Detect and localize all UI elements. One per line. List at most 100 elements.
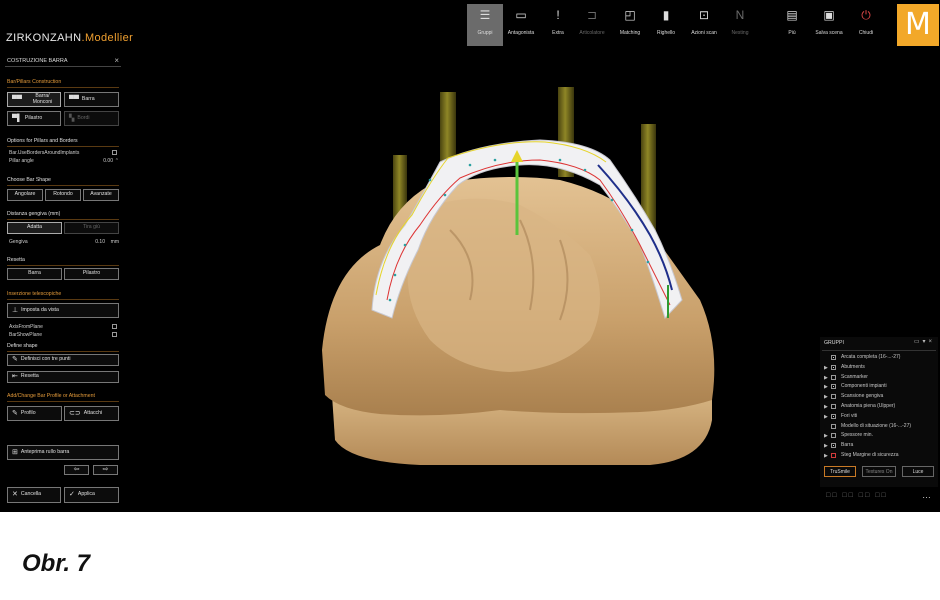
expand-arrow-icon[interactable]: ▶: [824, 394, 828, 400]
group-checkbox[interactable]: [831, 374, 836, 380]
group-checkbox[interactable]: [831, 413, 836, 419]
definisci-tre-punti-button[interactable]: ✎ Definisci con tre punti: [7, 354, 119, 366]
group-item[interactable]: Modello di situazione (16-...-27): [822, 423, 936, 432]
pillar-angle-value[interactable]: 0.00: [103, 158, 113, 164]
expand-arrow-icon[interactable]: ▶: [824, 453, 828, 459]
tira-giu-button[interactable]: Tira giù: [64, 222, 119, 234]
group-checkbox[interactable]: [831, 453, 836, 458]
checkbox[interactable]: [112, 150, 117, 155]
bar-abutment-icon: ▀▀: [12, 95, 22, 103]
more-dots-icon[interactable]: …: [922, 490, 931, 500]
toolbar-label: Antagonista: [507, 30, 535, 36]
checkbox[interactable]: [112, 332, 117, 337]
group-item[interactable]: ▶ Fori viti: [822, 413, 936, 422]
expand-arrow-icon[interactable]: ▶: [824, 375, 828, 381]
resetta-shape-button[interactable]: ⇤ Resetta: [7, 371, 119, 383]
anteprima-rullo-button[interactable]: ⊞ Anteprima rullo barra: [7, 445, 119, 460]
imposta-da-vista-button[interactable]: ⊥ Imposta da vista: [7, 303, 119, 318]
shape-avanzate-button[interactable]: Avanzate: [83, 189, 119, 201]
toolbar-chiudi-button[interactable]: ⏻ Chiudi: [848, 4, 884, 46]
group-checkbox[interactable]: [831, 364, 836, 370]
toolbar-azioni-scan-button[interactable]: ⊡ Azioni scan: [686, 4, 722, 46]
toolbar-articolatore-button[interactable]: ⊐ Articolatore: [574, 4, 610, 46]
section-distance: Distanza gengiva (mm): [7, 211, 61, 217]
expand-arrow-icon[interactable]: ▶: [824, 404, 828, 410]
toolbar-label: Chiudi: [858, 30, 874, 36]
group-checkbox[interactable]: [831, 355, 836, 360]
group-label: Anatomia piena (Ulpper): [841, 403, 896, 409]
expand-arrow-icon[interactable]: ▶: [824, 384, 828, 390]
option-use-borders: Bar.UseBordersAroundImplants: [9, 150, 119, 156]
group-item[interactable]: ▶ Scanmarker: [822, 374, 936, 383]
toolbar-label: Salva scena: [815, 30, 843, 36]
section-shape: Choose Bar Shape: [7, 177, 51, 183]
expand-arrow-icon[interactable]: ▶: [824, 443, 828, 449]
luce-button[interactable]: Luce: [902, 466, 934, 477]
option-pillar-angle: Pillar angle 0.00 ⌃: [9, 158, 119, 164]
group-item[interactable]: ▶ Steg Margine di sicurezza: [822, 452, 936, 461]
articulator-icon: ⊐: [586, 8, 598, 22]
expand-arrow-icon[interactable]: ▶: [824, 365, 828, 371]
group-label: Arcata completa (16-...-27): [841, 354, 901, 360]
attacchi-button[interactable]: ⊂⊃ Attacchi: [64, 406, 119, 421]
group-item[interactable]: ▶ Scansione gengiva: [822, 393, 936, 402]
group-checkbox[interactable]: [831, 433, 836, 439]
group-label: Fori viti: [841, 412, 858, 419]
toolbar-gruppi-button[interactable]: ☰ Gruppi: [467, 4, 503, 46]
section-define-shape: Define shape: [7, 343, 38, 349]
gengiva-row: Gengiva 0.10 mm: [9, 239, 119, 245]
shape-rotondo-button[interactable]: Rotondo: [45, 189, 81, 201]
viewport-3d[interactable]: [120, 50, 820, 510]
group-checkbox[interactable]: [831, 423, 836, 429]
group-item[interactable]: ▶ Componenti impianti: [822, 383, 936, 392]
reset-pilastro-button[interactable]: Pilastro: [64, 268, 119, 280]
group-item[interactable]: Arcata completa (16-...-27): [822, 354, 936, 363]
group-label: Modello di situazione (16-...-27): [841, 422, 912, 429]
toolbar-nesting-button[interactable]: N Nesting: [722, 4, 758, 46]
menu-icon: ☰: [479, 8, 491, 22]
group-item[interactable]: ▶ Anatomia piena (Ulpper): [822, 403, 936, 412]
group-checkbox[interactable]: [831, 394, 836, 400]
panel-controls-icon[interactable]: ▭▾×: [914, 338, 935, 345]
checkbox[interactable]: [112, 324, 117, 329]
group-item[interactable]: ▶ Spessore min.: [822, 432, 936, 441]
view-layout-icons[interactable]: □□ □□ □□ □□: [826, 492, 888, 499]
group-checkbox[interactable]: [831, 404, 836, 409]
panel-title: COSTRUZIONE BARRA: [7, 58, 68, 64]
pilastro-button[interactable]: ▀▌ Pilastro: [7, 111, 61, 126]
close-icon[interactable]: ×: [114, 56, 119, 65]
bordi-button[interactable]: ▚ Bordi: [64, 111, 119, 126]
toolbar-extra-button[interactable]: ! Extra: [540, 4, 576, 46]
textures-on-button[interactable]: Textures On: [862, 466, 896, 477]
barra-monconi-button[interactable]: ▀▀ Barra/ Monconi: [7, 92, 61, 107]
applica-button[interactable]: ✓ Applica: [64, 487, 119, 503]
undo-button[interactable]: ⇦: [64, 465, 89, 475]
group-checkbox[interactable]: [831, 384, 836, 390]
toolbar-label: Più: [788, 30, 796, 36]
toolbar-matching-button[interactable]: ◰ Matching: [612, 4, 648, 46]
gengiva-value-input[interactable]: 0.10: [95, 239, 105, 245]
expand-arrow-icon[interactable]: ▶: [824, 414, 828, 420]
spinner-arrows-icon[interactable]: ⌃: [115, 158, 119, 164]
toolbar-piu-button[interactable]: ▤ Più: [774, 4, 810, 46]
toolbar-righello-button[interactable]: ▮ Righello: [648, 4, 684, 46]
adatta-button[interactable]: Adatta: [7, 222, 62, 234]
group-label: Barra: [841, 442, 854, 449]
toolbar-salva-scena-button[interactable]: ▣ Salva scena: [811, 4, 847, 46]
trusmile-button[interactable]: TruSmile: [824, 466, 856, 477]
redo-button[interactable]: ⇨: [93, 465, 118, 475]
figure-caption: Obr. 7: [22, 550, 91, 577]
group-item[interactable]: ▶ Barra: [822, 442, 936, 451]
cancella-button[interactable]: ✕ Cancella: [7, 487, 61, 503]
barra-button[interactable]: ▀▀ Barra: [64, 92, 119, 107]
reset-barra-button[interactable]: Barra: [7, 268, 62, 280]
divider: [7, 219, 119, 220]
save-icon: ▣: [823, 8, 835, 22]
expand-arrow-icon[interactable]: ▶: [824, 433, 828, 439]
group-checkbox[interactable]: [831, 443, 836, 449]
toolbar-antagonista-button[interactable]: ▭ Antagonista: [503, 4, 539, 46]
shape-angolare-button[interactable]: Angolare: [7, 189, 43, 201]
profilo-button[interactable]: ✎ Profilo: [7, 406, 62, 421]
section-profile: Add/Change Bar Profile or Attachment: [7, 393, 95, 399]
group-item[interactable]: ▶ Abutments: [822, 364, 936, 373]
